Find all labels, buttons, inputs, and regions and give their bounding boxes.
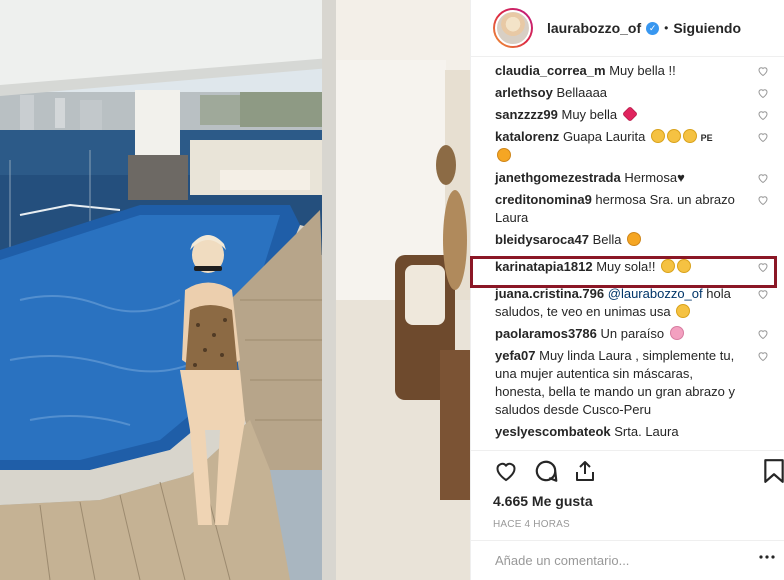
comment-item: arlethsoy Bellaaaa xyxy=(495,84,771,102)
comment-item: paolaramos3786 Un paraíso xyxy=(495,325,771,343)
comment-input[interactable] xyxy=(495,553,755,568)
kiss-emoji-icon xyxy=(666,129,681,143)
comment-text: Muy bella xyxy=(561,107,618,122)
post-timestamp[interactable]: HACE 4 HORAS xyxy=(493,519,784,530)
comment-username[interactable]: sanzzzz99 xyxy=(495,107,558,122)
post-photo xyxy=(0,0,470,580)
comment-like-heart-icon[interactable] xyxy=(757,261,769,273)
following-button[interactable]: Siguiendo xyxy=(673,20,741,36)
comment-text: Muy bella !! xyxy=(609,63,676,78)
comment-text: Bella xyxy=(592,232,622,247)
comment-username[interactable]: creditonomina9 xyxy=(495,192,592,207)
comment-like-heart-icon[interactable] xyxy=(757,109,769,121)
save-button[interactable] xyxy=(745,451,784,491)
flag-emoji-label: PE xyxy=(700,133,713,143)
comment-item: katalorenz Guapa Laurita PE xyxy=(495,128,771,165)
comment-username[interactable]: bleidysaroca47 xyxy=(495,232,589,247)
comment-username[interactable]: yeslyescombateok xyxy=(495,424,611,439)
comment-like-heart-icon[interactable] xyxy=(757,194,769,206)
comment-text: Muy sola!! xyxy=(596,259,656,274)
comment-button[interactable] xyxy=(533,451,573,491)
heart-icon xyxy=(496,462,516,482)
comment-item: creditonomina9 hermosa Sra. un abrazo La… xyxy=(495,191,771,227)
share-icon xyxy=(576,461,594,481)
story-ring[interactable] xyxy=(493,8,533,48)
comment-username[interactable]: katalorenz xyxy=(495,129,559,144)
action-buttons-row xyxy=(493,451,784,491)
comment-text: Bellaaaa xyxy=(556,85,608,100)
comment-item: janethgomezestrada Hermosa♥ xyxy=(495,169,771,187)
comment-username[interactable]: juana.cristina.796 xyxy=(495,286,604,301)
post-sidebar: laurabozzo_of ✓ • Siguiendo claudia_corr… xyxy=(470,0,784,580)
like-button[interactable] xyxy=(493,451,533,491)
share-button[interactable] xyxy=(573,451,613,491)
post-header: laurabozzo_of ✓ • Siguiendo xyxy=(471,0,784,57)
comment-text: Hermosa♥ xyxy=(624,170,685,185)
comment-username[interactable]: yefa07 xyxy=(495,348,535,363)
verified-badge-icon: ✓ xyxy=(646,21,660,35)
post-actions: 4.665 Me gusta HACE 4 HORAS xyxy=(471,450,784,540)
more-options-icon[interactable] xyxy=(759,555,775,559)
comment-like-heart-icon[interactable] xyxy=(757,328,769,340)
comment-item: claudia_correa_m Muy bella !! xyxy=(495,62,771,80)
comment-like-heart-icon[interactable] xyxy=(757,87,769,99)
smile-emoji-icon xyxy=(676,304,691,318)
flower-emoji-icon xyxy=(669,326,684,340)
pool-scene-image xyxy=(0,0,470,580)
comment-mention[interactable]: @laurabozzo_of xyxy=(608,286,703,301)
comment-item: sanzzzz99 Muy bella xyxy=(495,106,771,124)
comment-item: juana.cristina.796 @laurabozzo_of hola s… xyxy=(495,285,771,321)
comment-text: Un paraíso xyxy=(600,326,665,341)
comment-like-heart-icon[interactable] xyxy=(757,131,769,143)
comment-username[interactable]: paolaramos3786 xyxy=(495,326,597,341)
bookmark-icon xyxy=(764,459,784,483)
red-heart-emoji-icon xyxy=(621,106,638,122)
sad-face-emoji-icon xyxy=(661,259,676,273)
comment-like-heart-icon[interactable] xyxy=(757,172,769,184)
comment-username[interactable]: janethgomezestrada xyxy=(495,170,621,185)
comment-item-highlighted: karinatapia1812 Muy sola!! xyxy=(495,258,771,276)
comment-item: yefa07 Muy linda Laura , simplemente tu,… xyxy=(495,347,771,419)
likes-count[interactable]: 4.665 Me gusta xyxy=(493,493,784,509)
comment-icon xyxy=(535,460,558,482)
comment-text: Guapa Laurita xyxy=(562,129,646,144)
comment-list[interactable]: claudia_correa_m Muy bella !! arlethsoy … xyxy=(471,58,784,450)
avatar[interactable] xyxy=(495,10,531,46)
hand-emoji-icon xyxy=(497,148,511,162)
comment-like-heart-icon[interactable] xyxy=(757,288,769,300)
emoji-icon xyxy=(627,232,642,246)
header-separator: • xyxy=(664,21,669,35)
comment-username[interactable]: claudia_correa_m xyxy=(495,63,606,78)
comment-like-heart-icon[interactable] xyxy=(757,350,769,362)
comment-like-heart-icon[interactable] xyxy=(757,65,769,77)
header-username[interactable]: laurabozzo_of xyxy=(547,20,641,36)
kiss-emoji-icon xyxy=(650,129,665,143)
kiss-emoji-icon xyxy=(682,129,697,143)
add-comment-bar xyxy=(471,540,784,580)
comment-item: bleidysaroca47 Bella xyxy=(495,231,771,249)
sad-face-emoji-icon xyxy=(677,259,692,273)
comment-text: Srta. Laura xyxy=(614,424,679,439)
comment-item: yeslyescombateok Srta. Laura xyxy=(495,423,771,441)
comment-username[interactable]: arlethsoy xyxy=(495,85,553,100)
comment-username[interactable]: karinatapia1812 xyxy=(495,259,593,274)
